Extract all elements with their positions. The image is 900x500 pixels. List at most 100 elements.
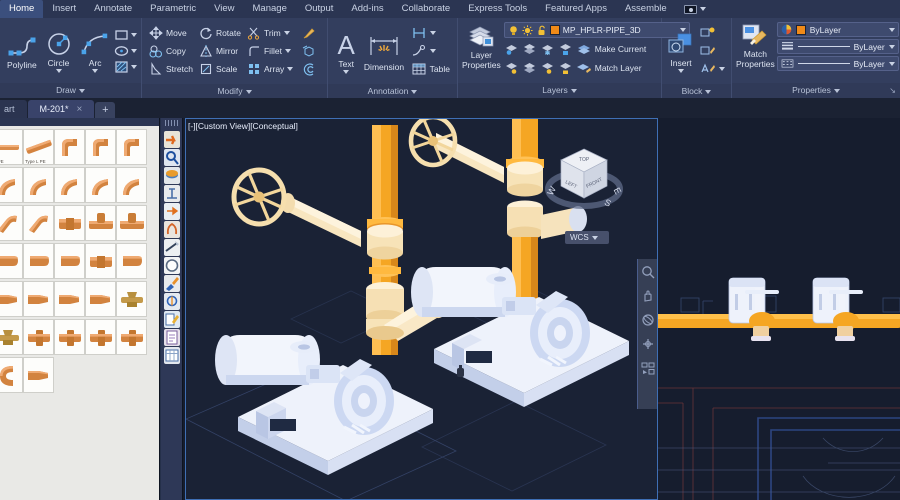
ribbon-tab-view[interactable]: View bbox=[205, 0, 243, 18]
palette-tool-7[interactable] bbox=[54, 167, 85, 203]
file-tab-m201[interactable]: M-201* × bbox=[27, 100, 95, 118]
leader-button[interactable] bbox=[408, 42, 453, 60]
palette-tool-17[interactable] bbox=[54, 243, 85, 279]
linetype-dropdown[interactable]: ByLayer bbox=[776, 56, 899, 71]
palette-tool-21[interactable] bbox=[23, 281, 54, 317]
palette-tool-5[interactable] bbox=[0, 167, 23, 203]
palette-tool-31[interactable] bbox=[23, 357, 54, 393]
hatch-button[interactable] bbox=[114, 60, 138, 74]
steering-wheel-icon[interactable] bbox=[641, 337, 655, 351]
paint-tool-icon[interactable] bbox=[163, 275, 180, 292]
showmotion-icon[interactable] bbox=[641, 361, 655, 375]
ribbon-tab-manage[interactable]: Manage bbox=[244, 0, 296, 18]
support-icon[interactable] bbox=[163, 185, 180, 202]
chevron-down-icon[interactable] bbox=[131, 48, 138, 53]
layer-unlock-icon[interactable] bbox=[558, 61, 573, 75]
circle-button[interactable]: Circle bbox=[41, 29, 77, 73]
drawing-canvas[interactable]: [-][Custom View][Conceptual] W E S TOP L… bbox=[183, 118, 900, 500]
equipment-icon[interactable] bbox=[163, 167, 180, 184]
chevron-down-icon[interactable] bbox=[284, 49, 291, 53]
palette-tool-16[interactable] bbox=[23, 243, 54, 279]
pan-icon[interactable] bbox=[641, 289, 655, 303]
new-tab-button[interactable]: + bbox=[95, 102, 116, 118]
define-attributes-button[interactable] bbox=[697, 60, 728, 78]
palette-tool-4[interactable] bbox=[116, 129, 147, 165]
dimension-button[interactable]: Dimension bbox=[362, 31, 405, 72]
layer-on-icon[interactable] bbox=[504, 61, 519, 75]
inline-asset-icon[interactable] bbox=[163, 149, 180, 166]
array-button[interactable]: Array bbox=[244, 60, 296, 78]
palette-tool-11[interactable] bbox=[23, 205, 54, 241]
palette-tool-19[interactable] bbox=[116, 243, 147, 279]
insert-block-button[interactable]: Insert bbox=[666, 29, 696, 73]
chevron-down-icon[interactable] bbox=[429, 31, 436, 35]
panel-title-properties[interactable]: Properties ↘ bbox=[732, 83, 900, 98]
layer-lock-icon[interactable] bbox=[558, 42, 573, 56]
zoom-icon[interactable] bbox=[641, 265, 655, 279]
ribbon-tab-addins[interactable]: Add-ins bbox=[342, 0, 392, 18]
palette-tool-15[interactable] bbox=[0, 243, 23, 279]
data-manager-icon[interactable] bbox=[163, 347, 180, 364]
match-layer-label[interactable]: Match Layer bbox=[595, 63, 642, 73]
palette-tool-27[interactable] bbox=[54, 319, 85, 355]
vertical-toolbar[interactable] bbox=[161, 118, 183, 500]
ribbon-tab-assemble[interactable]: Assemble bbox=[616, 0, 676, 18]
chevron-down-icon[interactable] bbox=[429, 49, 436, 53]
viewcube[interactable]: W E S N TOP LEFT FRONT bbox=[543, 143, 625, 223]
match-layer-icon[interactable] bbox=[576, 61, 592, 75]
layer-off-icon[interactable] bbox=[522, 61, 537, 75]
palette-tool-10[interactable] bbox=[0, 205, 23, 241]
block-editor-button[interactable] bbox=[697, 42, 728, 60]
arc-button[interactable]: Arc bbox=[77, 29, 113, 73]
annotate-tool-icon[interactable] bbox=[163, 311, 180, 328]
ribbon-tab-insert[interactable]: Insert bbox=[43, 0, 85, 18]
valve-insert-icon[interactable] bbox=[163, 203, 180, 220]
palette-tool-6[interactable] bbox=[23, 167, 54, 203]
text-button[interactable]: A Text bbox=[332, 28, 360, 74]
linear-dimension-button[interactable] bbox=[408, 24, 453, 42]
rectangle-button[interactable] bbox=[114, 28, 138, 42]
palette-tool-25[interactable] bbox=[0, 319, 23, 355]
panel-title-block[interactable]: Block bbox=[662, 84, 731, 99]
fillet-button[interactable]: Fillet bbox=[244, 42, 296, 60]
chevron-down-icon[interactable] bbox=[131, 32, 138, 37]
layer-properties-button[interactable]: Layer Properties bbox=[462, 21, 501, 70]
palette-tool-1[interactable]: Type L PE bbox=[23, 129, 54, 165]
trim-button[interactable]: Trim bbox=[244, 24, 296, 42]
ribbon-tab-home[interactable]: Home bbox=[0, 0, 44, 18]
palette-tool-18[interactable] bbox=[85, 243, 116, 279]
copy-button[interactable]: Copy bbox=[146, 42, 196, 60]
ribbon-display-options[interactable] bbox=[676, 4, 714, 14]
lineweight-dropdown[interactable]: ByLayer bbox=[776, 39, 899, 54]
palette-tool-20[interactable] bbox=[0, 281, 23, 317]
panel-title-layers[interactable]: Layers bbox=[458, 83, 661, 98]
chevron-down-icon[interactable] bbox=[888, 27, 895, 32]
dialog-launcher-icon[interactable]: ↘ bbox=[889, 83, 896, 98]
palette-tool-22[interactable] bbox=[54, 281, 85, 317]
palette-tool-23[interactable] bbox=[85, 281, 116, 317]
palette-tool-24[interactable] bbox=[116, 281, 147, 317]
stretch-button[interactable]: Stretch bbox=[146, 60, 196, 78]
panel-title-annotation[interactable]: Annotation bbox=[328, 84, 457, 99]
palette-tool-30[interactable]: E bbox=[0, 357, 23, 393]
panel-title-modify[interactable]: Modify bbox=[142, 84, 327, 99]
palette-tool-29[interactable] bbox=[116, 319, 147, 355]
layer-freeze-icon[interactable] bbox=[540, 42, 555, 56]
palette-tool-12[interactable] bbox=[54, 205, 85, 241]
chevron-down-icon[interactable] bbox=[283, 31, 290, 35]
layer-color-swatch[interactable] bbox=[549, 25, 560, 35]
polyline-button[interactable]: Polyline bbox=[4, 31, 40, 70]
table-button[interactable]: Table bbox=[408, 60, 453, 78]
circle-tool-icon[interactable] bbox=[163, 257, 180, 274]
scale-button[interactable]: Scale bbox=[196, 60, 244, 78]
edit-attribute-button[interactable] bbox=[697, 24, 728, 42]
tool-palette[interactable]: L PE Type L PE E bbox=[0, 118, 160, 500]
palette-tool-8[interactable] bbox=[85, 167, 116, 203]
make-current-label[interactable]: Make Current bbox=[595, 44, 647, 54]
rotate-button[interactable]: Rotate bbox=[196, 24, 244, 42]
match-properties-button[interactable]: Match Properties bbox=[736, 20, 775, 69]
palette-tool-26[interactable] bbox=[23, 319, 54, 355]
ribbon-tab-featured-apps[interactable]: Featured Apps bbox=[536, 0, 616, 18]
layer-isolate-icon[interactable] bbox=[504, 42, 519, 56]
toolbar-grip[interactable] bbox=[165, 120, 179, 126]
